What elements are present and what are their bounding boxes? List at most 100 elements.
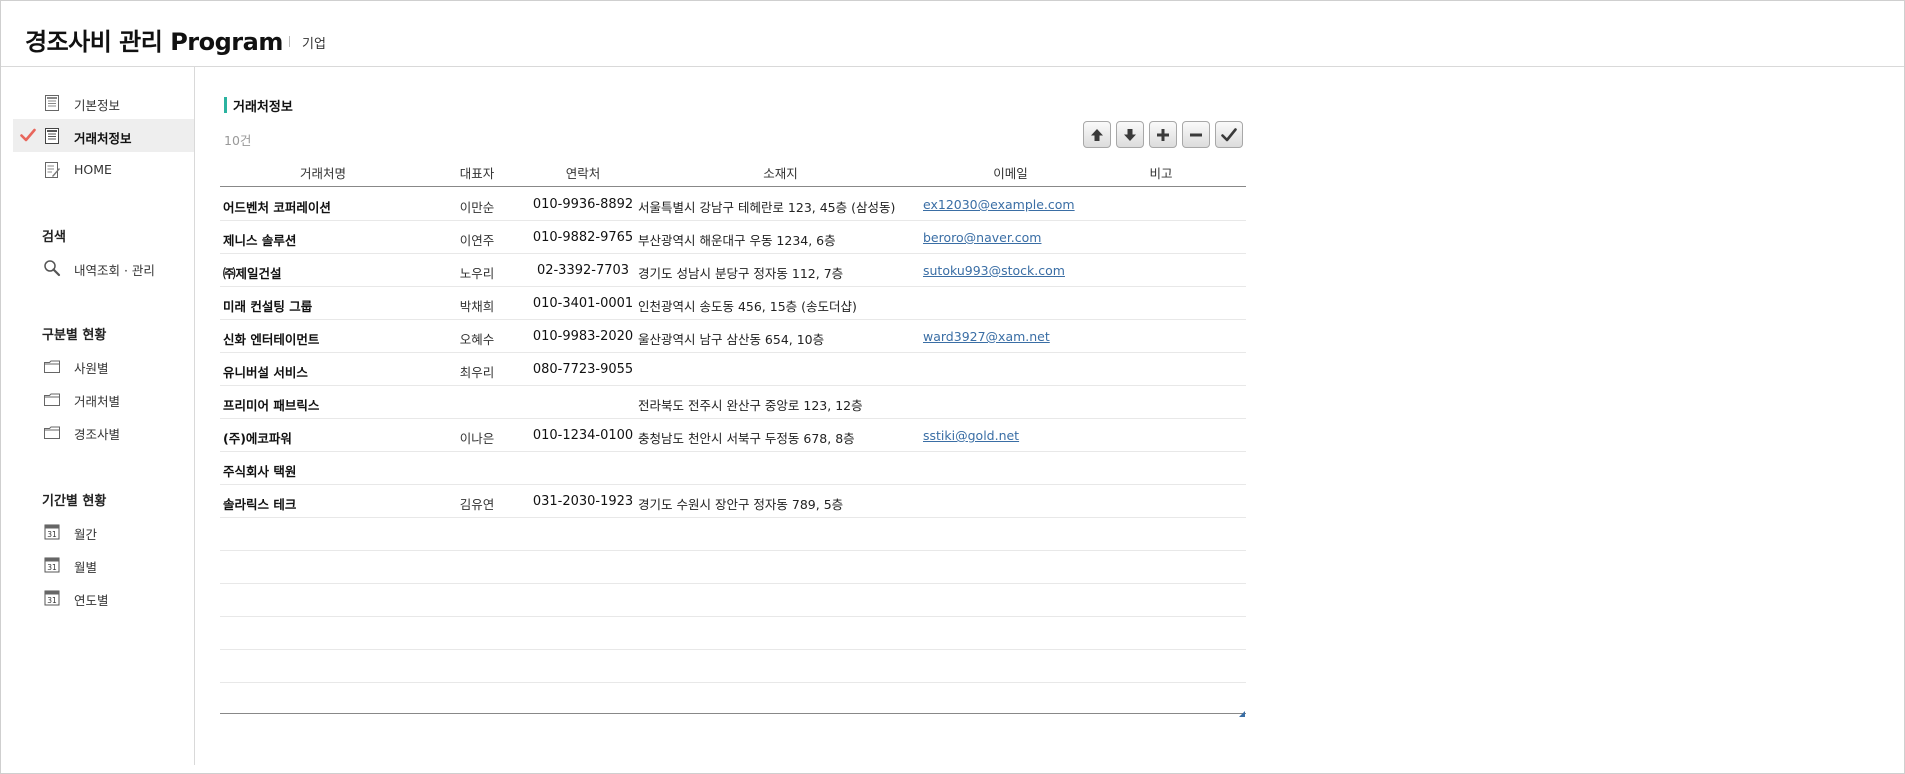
cell-address[interactable]: 경기도 성남시 분당구 정자동 112, 7층	[638, 263, 843, 282]
table-row[interactable]: 프리미어 패브릭스 전라북도 전주시 완산구 중앙로 123, 12층	[220, 386, 1246, 419]
cell-name[interactable]: 제니스 솔루션	[223, 230, 296, 249]
table-bottom-border	[220, 713, 1246, 714]
column-header-email[interactable]: 이메일	[923, 163, 1098, 182]
edit-document-icon	[43, 161, 61, 179]
confirm-button[interactable]	[1215, 121, 1243, 148]
section-title-search: 검색	[42, 230, 66, 245]
cell-contact[interactable]: 010-1234-0100	[525, 428, 641, 443]
page-title: 거래처정보	[233, 100, 293, 115]
cell-address[interactable]: 인천광역시 송도동 456, 15층 (송도더샵)	[638, 296, 857, 315]
column-header-note[interactable]: 비고	[1098, 163, 1224, 182]
cell-name[interactable]: 프리미어 패브릭스	[223, 395, 319, 414]
cell-name[interactable]: 미래 컨설팅 그룹	[223, 296, 312, 315]
cell-representative[interactable]: 박채희	[439, 296, 515, 315]
column-header-address[interactable]: 소재지	[638, 163, 923, 182]
table-row-empty[interactable]	[220, 683, 1246, 716]
sidebar-item-by-event[interactable]: 경조사별	[13, 415, 194, 448]
cell-contact[interactable]: 010-9882-9765	[525, 230, 641, 245]
cell-address[interactable]: 전라북도 전주시 완산구 중앙로 123, 12층	[638, 395, 863, 414]
cell-email-link[interactable]: sutoku993@stock.com	[923, 263, 1065, 278]
cell-address[interactable]: 부산광역시 해운대구 우동 1234, 6층	[638, 230, 836, 249]
column-header-name[interactable]: 거래처명	[223, 163, 423, 182]
column-header-contact[interactable]: 연락처	[525, 163, 641, 182]
resize-grip-icon[interactable]	[1239, 706, 1245, 717]
sidebar-item-label: 월별	[74, 560, 98, 575]
cell-contact[interactable]: 010-9983-2020	[525, 329, 641, 344]
table-row[interactable]: 유니버설 서비스 최우리 080-7723-9055	[220, 353, 1246, 386]
table-row[interactable]: 주식회사 택원	[220, 452, 1246, 485]
sidebar-item-basic-info[interactable]: 기본정보	[13, 86, 194, 119]
cell-representative[interactable]: 김유연	[439, 494, 515, 513]
checkmark-icon	[20, 128, 36, 142]
cell-contact[interactable]: 02-3392-7703	[525, 263, 641, 278]
sidebar-item-by-month[interactable]: 31 월별	[13, 548, 194, 581]
cell-email-link[interactable]: beroro@naver.com	[923, 230, 1041, 245]
check-icon	[1221, 127, 1237, 142]
cell-name[interactable]: ㈜제일건설	[223, 263, 282, 282]
table-row[interactable]: 미래 컨설팅 그룹 박채희 010-3401-0001 인천광역시 송도동 45…	[220, 287, 1246, 320]
folder-icon	[43, 423, 61, 441]
column-header-representative[interactable]: 대표자	[439, 163, 515, 182]
sidebar-item-monthly-summary[interactable]: 31 월간	[13, 515, 194, 548]
sidebar-item-client-info[interactable]: 거래처정보	[13, 119, 194, 152]
cell-name[interactable]: 유니버설 서비스	[223, 362, 308, 381]
cell-representative[interactable]: 이만순	[439, 197, 515, 216]
add-row-button[interactable]	[1149, 121, 1177, 148]
table-header: 거래처명 대표자 연락처 소재지 이메일 비고	[220, 155, 1246, 187]
table-row-empty[interactable]	[220, 584, 1246, 617]
cell-address[interactable]: 경기도 수원시 장안구 정자동 789, 5층	[638, 494, 843, 513]
sidebar-item-label: 거래처정보	[74, 131, 132, 146]
sidebar-item-history-search[interactable]: 내역조회 · 관리	[13, 251, 194, 284]
app-subtitle: 기업	[302, 37, 326, 52]
table-row-empty[interactable]	[220, 551, 1246, 584]
cell-name[interactable]: 주식회사 택원	[223, 461, 296, 480]
cell-email-link[interactable]: ward3927@xam.net	[923, 329, 1050, 344]
table-row-empty[interactable]	[220, 650, 1246, 683]
table-row[interactable]: 제니스 솔루션 이연주 010-9882-9765 부산광역시 해운대구 우동 …	[220, 221, 1246, 254]
calendar-icon: 31	[43, 523, 61, 541]
search-icon	[43, 259, 61, 277]
cell-representative[interactable]: 최우리	[439, 362, 515, 381]
table-row[interactable]: 신화 엔터테이먼트 오혜수 010-9983-2020 울산광역시 남구 삼산동…	[220, 320, 1246, 353]
arrow-down-icon	[1123, 128, 1137, 142]
sidebar-item-by-employee[interactable]: 사원별	[13, 349, 194, 382]
table-row-empty[interactable]	[220, 518, 1246, 551]
app-header: 경조사비 관리 Program 기업	[1, 1, 1904, 67]
section-accent-bar	[224, 97, 227, 113]
move-up-button[interactable]	[1083, 121, 1111, 148]
cell-name[interactable]: (주)에코파워	[223, 428, 292, 447]
table-row-empty[interactable]	[220, 617, 1246, 650]
sidebar-item-by-client[interactable]: 거래처별	[13, 382, 194, 415]
sidebar-item-home[interactable]: HOME	[13, 153, 194, 186]
cell-email-link[interactable]: sstiki@gold.net	[923, 428, 1019, 443]
remove-row-button[interactable]	[1182, 121, 1210, 148]
cell-representative[interactable]: 노우리	[439, 263, 515, 282]
sidebar-item-by-year[interactable]: 31 연도별	[13, 581, 194, 614]
title-divider	[289, 36, 290, 47]
sidebar-item-label: 내역조회 · 관리	[74, 263, 155, 278]
table-row[interactable]: (주)에코파워 이나은 010-1234-0100 충청남도 천안시 서북구 두…	[220, 419, 1246, 452]
cell-representative[interactable]: 이나은	[439, 428, 515, 447]
cell-representative[interactable]: 오혜수	[439, 329, 515, 348]
app-window: 경조사비 관리 Program 기업 기본정보 거래처정보 HOME 검색 내역…	[0, 0, 1905, 774]
cell-name[interactable]: 솔라릭스 테크	[223, 494, 296, 513]
table-row[interactable]: 솔라릭스 테크 김유연 031-2030-1923 경기도 수원시 장안구 정자…	[220, 485, 1246, 518]
cell-contact[interactable]: 080-7723-9055	[525, 362, 641, 377]
document-icon	[43, 94, 61, 112]
cell-representative[interactable]: 이연주	[439, 230, 515, 249]
cell-contact[interactable]: 010-9936-8892	[525, 197, 641, 212]
grid-toolbar	[1083, 121, 1243, 148]
cell-name[interactable]: 어드벤처 코퍼레이션	[223, 197, 331, 216]
cell-name[interactable]: 신화 엔터테이먼트	[223, 329, 319, 348]
cell-contact[interactable]: 010-3401-0001	[525, 296, 641, 311]
cell-address[interactable]: 서울특별시 강남구 테헤란로 123, 45층 (삼성동)	[638, 197, 895, 216]
move-down-button[interactable]	[1116, 121, 1144, 148]
cell-address[interactable]: 울산광역시 남구 삼산동 654, 10층	[638, 329, 824, 348]
table-row[interactable]: 어드벤처 코퍼레이션 이만순 010-9936-8892 서울특별시 강남구 테…	[220, 188, 1246, 221]
plus-icon	[1156, 128, 1170, 142]
table-row[interactable]: ㈜제일건설 노우리 02-3392-7703 경기도 성남시 분당구 정자동 1…	[220, 254, 1246, 287]
cell-address[interactable]: 충청남도 천안시 서북구 두정동 678, 8층	[638, 428, 855, 447]
cell-email-link[interactable]: ex12030@example.com	[923, 197, 1075, 212]
sidebar: 기본정보 거래처정보 HOME 검색 내역조회 · 관리 구분별 현황 사원별 …	[1, 67, 195, 765]
cell-contact[interactable]: 031-2030-1923	[525, 494, 641, 509]
